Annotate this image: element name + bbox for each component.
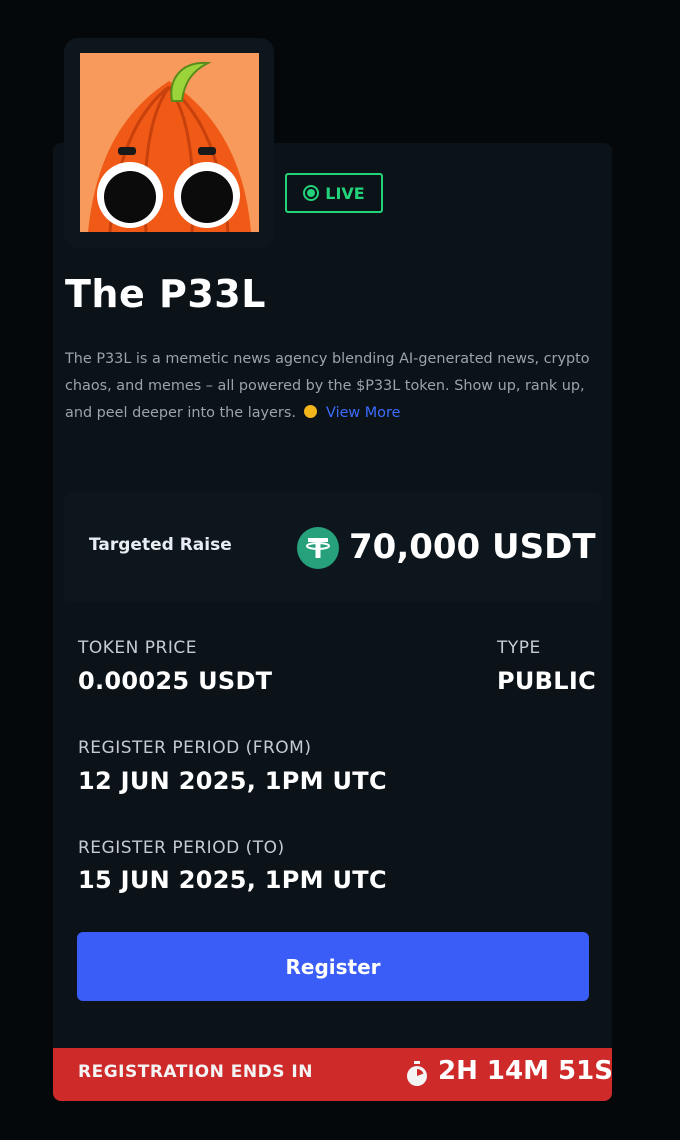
token-price-label: TOKEN PRICE — [78, 638, 197, 658]
type-value: PUBLIC — [497, 667, 597, 695]
stopwatch-icon — [404, 1061, 430, 1087]
live-badge: LIVE — [285, 173, 383, 213]
live-dot-icon — [303, 185, 320, 201]
targeted-raise-label: Targeted Raise — [89, 535, 232, 555]
coin-icon — [304, 405, 318, 418]
tether-icon — [297, 527, 339, 569]
register-from-value: 12 JUN 2025, 1PM UTC — [78, 767, 387, 795]
register-button[interactable]: Register — [77, 932, 589, 1001]
project-logo — [80, 53, 259, 232]
register-to-value: 15 JUN 2025, 1PM UTC — [78, 866, 387, 894]
register-from-label: REGISTER PERIOD (FROM) — [78, 738, 312, 758]
view-more-link[interactable]: View More — [326, 405, 400, 421]
token-price-value: 0.00025 USDT — [78, 667, 273, 695]
live-label: LIVE — [325, 183, 365, 203]
countdown-value: 2H 14M 51S — [438, 1056, 613, 1086]
targeted-raise-value: 70,000 USDT — [349, 527, 596, 567]
project-title: The P33L — [65, 272, 266, 316]
type-label: TYPE — [497, 638, 541, 658]
register-to-label: REGISTER PERIOD (TO) — [78, 838, 285, 858]
project-description: The P33L is a memetic news agency blendi… — [65, 346, 610, 427]
registration-ends-label: REGISTRATION ENDS IN — [78, 1062, 313, 1082]
